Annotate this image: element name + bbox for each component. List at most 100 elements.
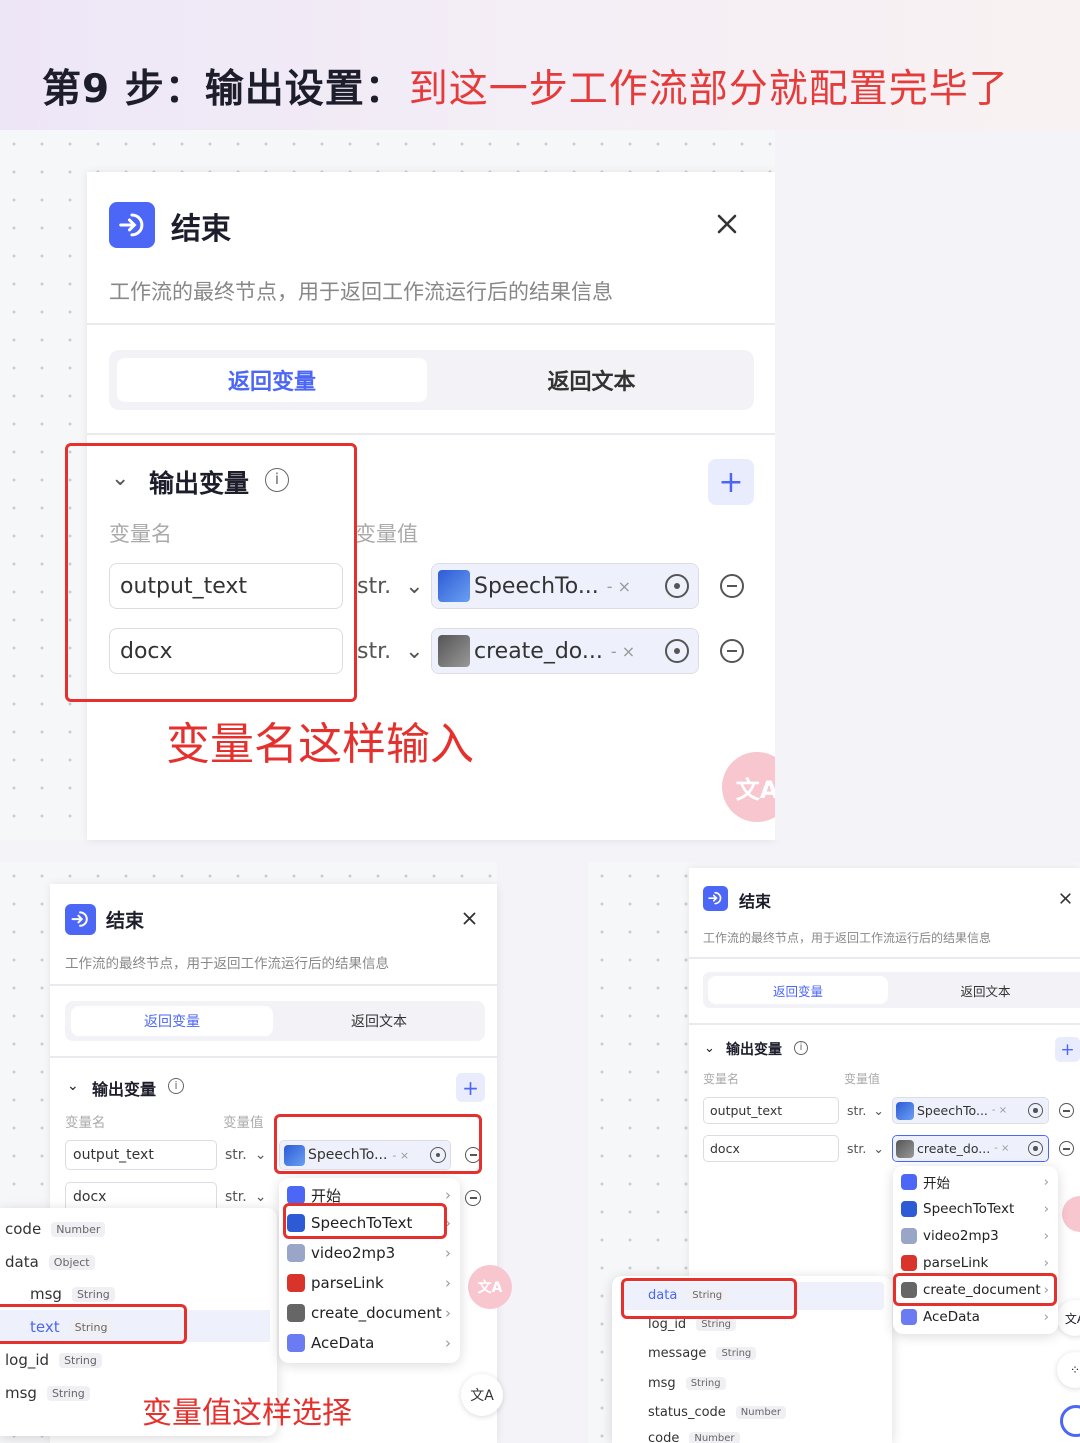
- variable-name-input[interactable]: output_text: [65, 1140, 217, 1170]
- menu-item[interactable]: video2mp3 ›: [287, 1240, 457, 1266]
- var-name: code: [5, 1220, 42, 1238]
- info-icon[interactable]: i: [168, 1078, 184, 1094]
- tab-bar: 返回变量 返回文本: [65, 1001, 485, 1041]
- step-title: 第9 步：输出设置： 到这一步工作流部分就配置完毕了: [42, 58, 1009, 114]
- chevron-right-icon: ›: [1043, 1309, 1049, 1325]
- type-select[interactable]: str. ⌄: [847, 1135, 893, 1162]
- ref-clear-icon[interactable]: - ×: [607, 577, 631, 596]
- type-select[interactable]: str. ⌄: [357, 628, 429, 674]
- list-item[interactable]: log_id String: [5, 1349, 102, 1371]
- list-item[interactable]: code Number: [648, 1430, 740, 1443]
- remove-row-icon[interactable]: [720, 574, 744, 598]
- chevron-down-icon: ⌄: [405, 573, 424, 599]
- divider: [50, 984, 497, 986]
- menu-item[interactable]: video2mp3 ›: [901, 1224, 1055, 1248]
- column-name-label: 变量名: [65, 1115, 106, 1131]
- ref-clear-icon[interactable]: - ×: [994, 1143, 1009, 1154]
- type-select[interactable]: str. ⌄: [847, 1097, 893, 1124]
- list-item[interactable]: message String: [648, 1342, 757, 1364]
- collapse-chevron-icon[interactable]: ⌄: [704, 1041, 715, 1056]
- remove-row-icon[interactable]: [720, 639, 744, 663]
- variable-ref-select[interactable]: create_do... - ×: [892, 1135, 1049, 1162]
- menu-item[interactable]: create_document ›: [287, 1300, 457, 1326]
- variable-ref-select[interactable]: SpeechTo... - ×: [892, 1097, 1049, 1124]
- list-item[interactable]: data Object: [5, 1251, 95, 1273]
- type-select[interactable]: str. ⌄: [225, 1140, 277, 1170]
- tab-return-text[interactable]: 返回文本: [893, 976, 1078, 1004]
- var-name: msg: [648, 1375, 676, 1391]
- chevron-right-icon: ›: [445, 1334, 451, 1352]
- ref-clear-icon[interactable]: - ×: [992, 1105, 1007, 1116]
- translate-icon[interactable]: 文A: [461, 1374, 503, 1416]
- ref-target-icon[interactable]: [665, 574, 689, 598]
- divider: [50, 1056, 497, 1058]
- tab-return-variable[interactable]: 返回变量: [708, 976, 888, 1004]
- remove-row-icon[interactable]: [1059, 1103, 1074, 1118]
- tab-bar: 返回变量 返回文本: [109, 350, 754, 410]
- translate-fab-icon[interactable]: 文A: [468, 1265, 512, 1309]
- start-node-icon: [901, 1174, 917, 1190]
- tab-return-text[interactable]: 返回文本: [279, 1006, 479, 1036]
- remove-row-icon[interactable]: [465, 1190, 481, 1206]
- variable-ref-select[interactable]: create_do... - ×: [431, 628, 699, 674]
- video-node-icon: [901, 1228, 917, 1244]
- tab-return-variable[interactable]: 返回变量: [117, 358, 427, 402]
- menu-label: AceData: [923, 1309, 980, 1325]
- list-item[interactable]: code Number: [5, 1218, 106, 1240]
- ref-target-icon[interactable]: [665, 639, 689, 663]
- ref-target-icon[interactable]: [1028, 1103, 1043, 1118]
- var-name: msg: [5, 1384, 37, 1402]
- menu-label: SpeechToText: [923, 1201, 1015, 1217]
- menu-label: video2mp3: [311, 1244, 396, 1262]
- menu-item[interactable]: parseLink ›: [287, 1270, 457, 1296]
- node-description: 工作流的最终节点，用于返回工作流运行后的结果信息: [65, 956, 389, 972]
- menu-item[interactable]: parseLink ›: [901, 1251, 1055, 1275]
- menu-item[interactable]: AceData ›: [287, 1330, 457, 1356]
- parselink-node-icon: [287, 1274, 305, 1292]
- add-variable-button[interactable]: +: [456, 1073, 485, 1102]
- add-variable-button[interactable]: +: [708, 459, 754, 505]
- list-item[interactable]: msg String: [648, 1372, 726, 1394]
- end-node-icon: [65, 904, 96, 935]
- collapse-chevron-icon[interactable]: ⌄: [67, 1078, 79, 1094]
- menu-item[interactable]: AceData ›: [901, 1305, 1055, 1329]
- variable-name-input[interactable]: docx: [703, 1135, 839, 1162]
- menu-item[interactable]: SpeechToText ›: [901, 1197, 1055, 1221]
- list-item[interactable]: msg String: [30, 1283, 115, 1305]
- close-icon[interactable]: [1059, 892, 1072, 905]
- close-icon[interactable]: [715, 212, 739, 236]
- end-node-icon: [109, 202, 155, 248]
- variable-name-input[interactable]: output_text: [703, 1097, 839, 1124]
- acedata-node-icon: [901, 1309, 917, 1325]
- add-variable-button[interactable]: +: [1055, 1037, 1080, 1062]
- var-type-badge: Number: [735, 1405, 786, 1419]
- top-right-fill: [775, 130, 1080, 840]
- node-menu: 开始 › SpeechToText › video2mp3 › parseLink › …: [893, 1166, 1058, 1334]
- tab-return-variable[interactable]: 返回变量: [71, 1006, 273, 1036]
- info-icon[interactable]: i: [794, 1041, 808, 1055]
- step-title-main: 第9 步：输出设置：: [42, 67, 405, 112]
- var-name: data: [5, 1253, 39, 1271]
- var-name: msg: [30, 1285, 62, 1303]
- ref-target-icon[interactable]: [1028, 1141, 1043, 1156]
- tab-bar: 返回变量 返回文本: [703, 972, 1080, 1008]
- variable-ref-select[interactable]: SpeechTo... - ×: [431, 563, 699, 609]
- document-node-icon: [438, 635, 470, 667]
- tab-return-text[interactable]: 返回文本: [439, 358, 744, 402]
- type-value: str.: [847, 1103, 867, 1118]
- divider: [689, 957, 1080, 959]
- ref-clear-icon[interactable]: - ×: [611, 642, 635, 661]
- video-node-icon: [287, 1244, 305, 1262]
- var-type-badge: String: [46, 1385, 90, 1401]
- remove-row-icon[interactable]: [1059, 1141, 1074, 1156]
- document-node-icon: [287, 1304, 305, 1322]
- type-select[interactable]: str. ⌄: [357, 563, 429, 609]
- list-item[interactable]: status_code Number: [648, 1401, 786, 1423]
- chevron-right-icon: ›: [445, 1186, 451, 1204]
- chevron-right-icon: ›: [1043, 1255, 1049, 1271]
- ref-node-name: create_do...: [474, 638, 603, 664]
- close-icon[interactable]: [462, 911, 477, 926]
- list-item[interactable]: msg String: [5, 1382, 90, 1404]
- column-name-label: 变量名: [703, 1072, 740, 1086]
- menu-item[interactable]: 开始 ›: [901, 1170, 1055, 1194]
